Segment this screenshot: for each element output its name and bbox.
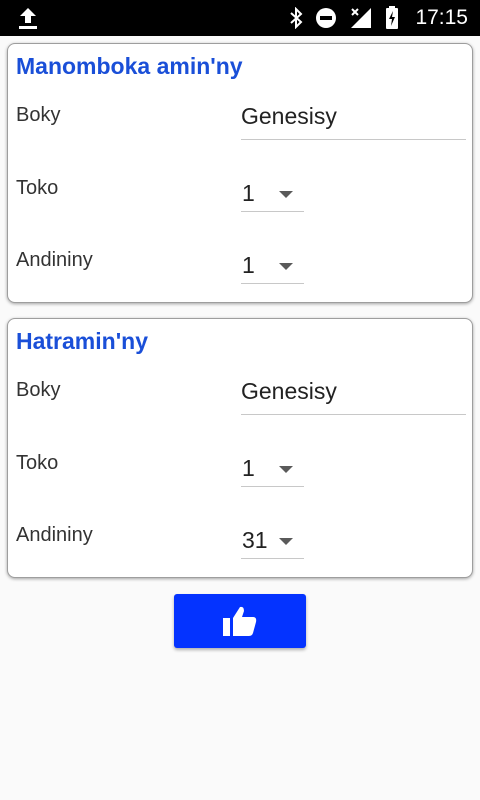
start-title: Manomboka amin'ny xyxy=(16,53,243,79)
end-verse-dropdown[interactable]: 31 xyxy=(241,523,304,559)
dropdown-arrow-icon xyxy=(279,191,293,198)
end-verse-value: 31 xyxy=(242,527,268,553)
dropdown-arrow-icon xyxy=(279,538,293,545)
end-chapter-value: 1 xyxy=(242,455,255,481)
status-bar: 17:15 xyxy=(0,0,480,36)
dropdown-arrow-icon xyxy=(279,466,293,473)
thumbs-up-icon xyxy=(223,606,257,636)
bluetooth-icon xyxy=(290,7,303,29)
confirm-button[interactable] xyxy=(174,594,306,648)
do-not-disturb-icon xyxy=(316,8,337,28)
start-verse-label: Andininy xyxy=(16,249,93,271)
end-range-card: Hatramin'ny Boky Genesisy Toko 1 Andinin… xyxy=(7,318,473,578)
end-book-value[interactable]: Genesisy xyxy=(241,378,337,405)
upload-icon xyxy=(19,8,37,29)
start-chapter-label: Toko xyxy=(16,177,59,199)
start-verse-value: 1 xyxy=(242,252,255,278)
end-chapter-dropdown[interactable]: 1 xyxy=(241,451,304,487)
battery-charging-icon xyxy=(386,6,399,29)
clock: 17:15 xyxy=(415,6,468,29)
end-chapter-label: Toko xyxy=(16,452,59,474)
end-verse-label: Andininy xyxy=(16,524,93,546)
start-chapter-dropdown[interactable]: 1 xyxy=(241,176,304,212)
start-range-card: Manomboka amin'ny Boky Genesisy Toko 1 A… xyxy=(7,43,473,303)
end-book-label: Boky xyxy=(16,379,61,401)
start-verse-dropdown[interactable]: 1 xyxy=(241,248,304,284)
start-book-label: Boky xyxy=(16,104,61,126)
end-title: Hatramin'ny xyxy=(16,328,149,354)
no-signal-icon xyxy=(351,8,372,28)
start-chapter-value: 1 xyxy=(242,180,255,206)
dropdown-arrow-icon xyxy=(279,263,293,270)
end-book-underline xyxy=(241,414,466,415)
start-book-underline xyxy=(241,139,466,140)
start-book-value[interactable]: Genesisy xyxy=(241,103,337,130)
